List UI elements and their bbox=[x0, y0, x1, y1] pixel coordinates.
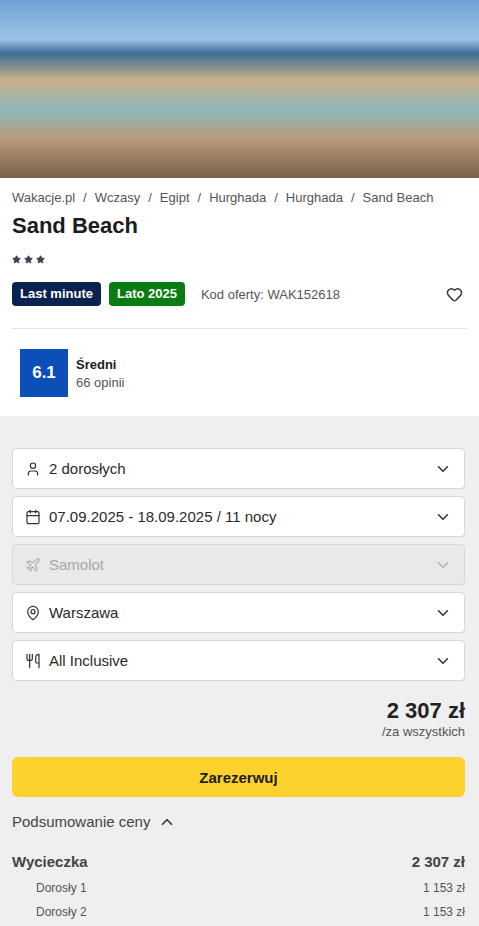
summary-label: Dorosły 2 bbox=[36, 904, 87, 920]
price-amount: 2 307 zł bbox=[387, 698, 465, 724]
star-icon bbox=[36, 255, 45, 264]
transport-icon bbox=[25, 557, 41, 573]
breadcrumb-separator: / bbox=[83, 190, 87, 206]
chevron-down-icon bbox=[434, 460, 452, 478]
breadcrumb-separator: / bbox=[198, 190, 202, 206]
offer-header: Wakacje.pl / Wczasy / Egipt / Hurghada / Hurghad… bbox=[0, 178, 479, 416]
offer-badge: Lato 2025 bbox=[109, 282, 185, 306]
summary-label: Wycieczka bbox=[12, 852, 88, 872]
star-icon bbox=[12, 255, 21, 264]
chevron-down-icon bbox=[434, 556, 452, 574]
chevron-down-icon bbox=[434, 508, 452, 526]
price-summary: Wycieczka2 307 złDorosły 11 153 złDorosł… bbox=[12, 844, 465, 920]
book-button[interactable]: Zarezerwuj bbox=[12, 757, 465, 797]
breadcrumb-item[interactable]: Hurghada bbox=[286, 190, 343, 206]
breadcrumb-item[interactable]: Wczasy bbox=[95, 190, 141, 206]
breadcrumb: Wakacje.pl / Wczasy / Egipt / Hurghada / Hurghad… bbox=[12, 190, 467, 206]
rating-text: Średni 66 opinii bbox=[76, 357, 124, 390]
hotel-title: Sand Beach bbox=[12, 212, 467, 240]
field-value: All Inclusive bbox=[49, 652, 426, 669]
price: 2 307 zł/za wszystkich bbox=[12, 698, 465, 740]
breadcrumb-item[interactable]: Hurghada bbox=[209, 190, 266, 206]
badge-row: Last minute Lato 2025 Kod oferty: WAK15261… bbox=[12, 282, 467, 306]
rating-score: 6.1 bbox=[20, 349, 68, 397]
board-icon bbox=[25, 653, 41, 669]
summary-row: Dorosły 2 1 153 zł bbox=[12, 904, 465, 920]
travelers-icon bbox=[25, 461, 41, 477]
price-note: /za wszystkich bbox=[382, 724, 465, 740]
departure-field[interactable]: Warszawa bbox=[12, 592, 465, 633]
field-value: 2 dorosłych bbox=[49, 460, 426, 477]
hotel-photo bbox=[0, 0, 479, 178]
chevron-down-icon bbox=[434, 604, 452, 622]
breadcrumb-item[interactable]: Wakacje.pl bbox=[12, 190, 75, 206]
dates-icon bbox=[25, 509, 41, 525]
hotel-stars bbox=[12, 254, 467, 264]
offer-code: Kod oferty: WAK152618 bbox=[201, 287, 340, 302]
chevron-up-icon bbox=[158, 813, 176, 831]
breadcrumb-item[interactable]: Sand Beach bbox=[363, 190, 434, 206]
field-value: Samolot bbox=[49, 556, 426, 573]
travelers-field[interactable]: 2 dorosłych bbox=[12, 448, 465, 489]
offer-badge: Last minute bbox=[12, 282, 101, 306]
summary-label: Dorosły 1 bbox=[36, 880, 87, 896]
divider bbox=[12, 328, 467, 329]
transport-field: Samolot bbox=[12, 544, 465, 585]
rating-reviews[interactable]: 66 opinii bbox=[76, 375, 124, 390]
price-summary-toggle[interactable]: Podsumowanie ceny bbox=[12, 813, 176, 831]
summary-row: Dorosły 1 1 153 zł bbox=[12, 880, 465, 896]
dates-field[interactable]: 07.09.2025 - 18.09.2025 / 11 nocy bbox=[12, 496, 465, 537]
star-icon bbox=[24, 255, 33, 264]
summary-value: 1 153 zł bbox=[423, 904, 465, 920]
summary-value: 1 153 zł bbox=[423, 880, 465, 896]
departure-icon bbox=[25, 605, 41, 621]
offer-page: Wakacje.pl / Wczasy / Egipt / Hurghada / Hurghad… bbox=[0, 0, 479, 926]
booking-fields: 2 dorosłych 07.09.2025 - 18.09.2025 / 11 … bbox=[12, 448, 465, 681]
breadcrumb-separator: / bbox=[148, 190, 152, 206]
chevron-down-icon bbox=[434, 652, 452, 670]
summary-row: Wycieczka 2 307 zł bbox=[12, 852, 465, 872]
breadcrumb-separator: / bbox=[351, 190, 355, 206]
rating-label: Średni bbox=[76, 357, 124, 372]
favorite-button[interactable] bbox=[446, 286, 463, 303]
breadcrumb-item[interactable]: Egipt bbox=[160, 190, 190, 206]
booking-panel: 2 dorosłych 07.09.2025 - 18.09.2025 / 11 … bbox=[0, 416, 479, 926]
breadcrumb-separator: / bbox=[274, 190, 278, 206]
field-value: Warszawa bbox=[49, 604, 426, 621]
summary-value: 2 307 zł bbox=[412, 852, 465, 872]
heart-icon[interactable] bbox=[446, 286, 463, 303]
rating: 6.1 Średni 66 opinii bbox=[20, 349, 467, 397]
field-value: 07.09.2025 - 18.09.2025 / 11 nocy bbox=[49, 508, 426, 525]
board-field[interactable]: All Inclusive bbox=[12, 640, 465, 681]
